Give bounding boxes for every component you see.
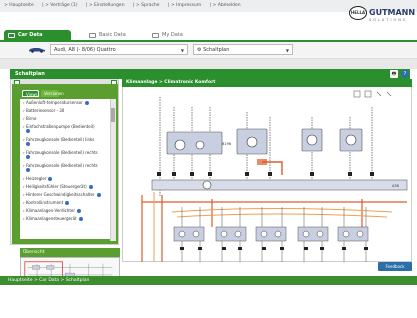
reset-icon [386,91,392,97]
list-item[interactable]: Heizregler [23,176,108,184]
list-item-label: Fahrzeugkonsole (Bedienteil) rechts [26,163,98,168]
chevron-down-icon: ▼ [180,48,184,53]
list-item-label: Fahrzeugkonsole (Bedienteil) rechts [26,150,98,155]
wiring-diagram[interactable]: B196 A38 [122,87,412,262]
list-item-label: Außenluft-temperatursensor [26,100,83,105]
component-label-top: B196 [222,142,231,146]
info-icon[interactable] [88,185,93,189]
page-bottom [0,285,417,318]
breadcrumb[interactable]: Hauptseite > Car Data > Schaltplan [8,278,89,283]
list-item-label: Birne [26,116,37,121]
brand-subtitle: SOLUTIONS [369,18,408,22]
list-item-label: Einfachstraßenpumpe (Bedienteil) [26,124,95,129]
list-item[interactable]: Helligkeitsfühler (Steuergerät) [23,184,108,192]
filter-tab-versions[interactable]: Versionen [41,90,64,97]
nav-imprint[interactable]: | > Impressum [168,3,201,8]
panel-header: Schaltplan [10,69,410,79]
overview-header: Übersicht [20,248,120,257]
list-item[interactable]: Fahrzeugkonsole (Bedienteil) rechts [23,150,108,163]
mode-select-value: Schaltplan [203,47,230,53]
component-list: Außenluft-temperatursensor Batteriesenso… [20,99,110,239]
tab-label: Car Data [18,32,43,38]
list-item[interactable]: Klimaanlagen-Verdichter [23,208,108,216]
info-icon[interactable] [77,209,82,213]
list-item-label: Heizregler [26,176,47,181]
bus-label: A38 [392,184,399,188]
fit-icon [364,90,372,98]
list-item[interactable]: Birne [23,116,108,124]
list-item-label: Fahrzeugkonsole (Bedienteil) links [26,137,95,142]
diagram-toolbar [353,90,392,98]
bus-bar [151,179,408,191]
car-icon [8,33,15,38]
vehicle-select[interactable]: Audi, A8 (- 8/06) Quattro ▼ [50,44,188,55]
list-item-label: Kontrollinstrument [26,200,64,205]
list-item[interactable]: Klimaanlagensteuergerät [23,216,108,224]
diagram-header: Klimaanlage > Climatronic Komfort [122,79,412,87]
brand-name: GUTMANN [369,8,416,17]
folder-icon [152,33,159,38]
info-icon[interactable] [78,217,83,221]
feedback-button[interactable]: Feedback [378,262,412,271]
chevron-down-icon: ▼ [285,48,289,53]
nav-settings[interactable]: | > Einstellungen [86,3,125,8]
list-scrollbar-thumb[interactable] [111,108,115,122]
tab-label: Basic Data [99,32,126,38]
list-item-label: Hinterer Geschwindigkeitsschalter [26,192,95,197]
vehicle-select-value: Audi, A8 (- 8/06) Quattro [54,47,116,53]
list-item[interactable]: Fahrzeugkonsole (Bedienteil) links [23,137,108,150]
list-item-label: Batteriesensor - 30 [26,108,65,113]
list-item-label: Helligkeitsfühler (Steuergerät) [26,184,87,189]
info-icon[interactable] [96,193,101,197]
spacer-band [0,59,417,69]
zoom-icon [353,90,361,98]
info-icon[interactable] [26,155,30,159]
list-item[interactable]: Einfachstraßenpumpe (Bedienteil) [23,124,108,137]
list-item[interactable]: Hinterer Geschwindigkeitsschalter [23,192,108,200]
filter-tab-views[interactable]: Views [22,90,39,97]
nav-home[interactable]: > Hauptseite [4,3,34,8]
nav-language[interactable]: | > Sprache [133,3,160,8]
list-item[interactable]: Fahrzeugkonsole (Bedienteil) rechts [23,163,108,176]
document-icon [89,33,96,38]
pan-icon [376,91,382,97]
info-icon[interactable] [48,177,53,181]
footer-breadcrumb: Hauptseite > Car Data > Schaltplan [0,276,417,285]
nav-contracts[interactable]: | > Verträge (1) [42,3,77,8]
info-icon[interactable] [26,142,30,146]
info-icon[interactable] [65,201,70,205]
info-icon[interactable] [26,129,30,133]
mode-select[interactable]: ⚙ Schaltplan ▼ [193,44,293,55]
print-icon[interactable]: 🖶 [390,70,398,78]
hella-logo-icon: HELLA [349,6,367,20]
nav-logout[interactable]: | > Abmelden [210,3,241,8]
info-icon[interactable] [84,101,89,105]
info-icon[interactable] [26,168,30,172]
list-item[interactable]: Kontrollinstrument [23,200,108,208]
list-item-label: Klimaanlagen-Verdichter [26,208,76,213]
diagram-title: Klimaanlage > Climatronic Komfort [126,80,216,85]
list-item[interactable]: Außenluft-temperatursensor [23,100,108,108]
tab-label: My Data [162,32,183,38]
panel-title: Schaltplan [15,71,45,77]
overview-title: Übersicht [23,250,45,255]
list-item-label: Klimaanlagensteuergerät [26,216,77,221]
vehicle-icon [29,48,45,53]
brand-logo: HELLA GUTMANN SOLUTIONS [347,4,417,28]
help-icon[interactable]: ? [401,70,409,78]
list-item[interactable]: Batteriesensor - 30 [23,108,108,116]
